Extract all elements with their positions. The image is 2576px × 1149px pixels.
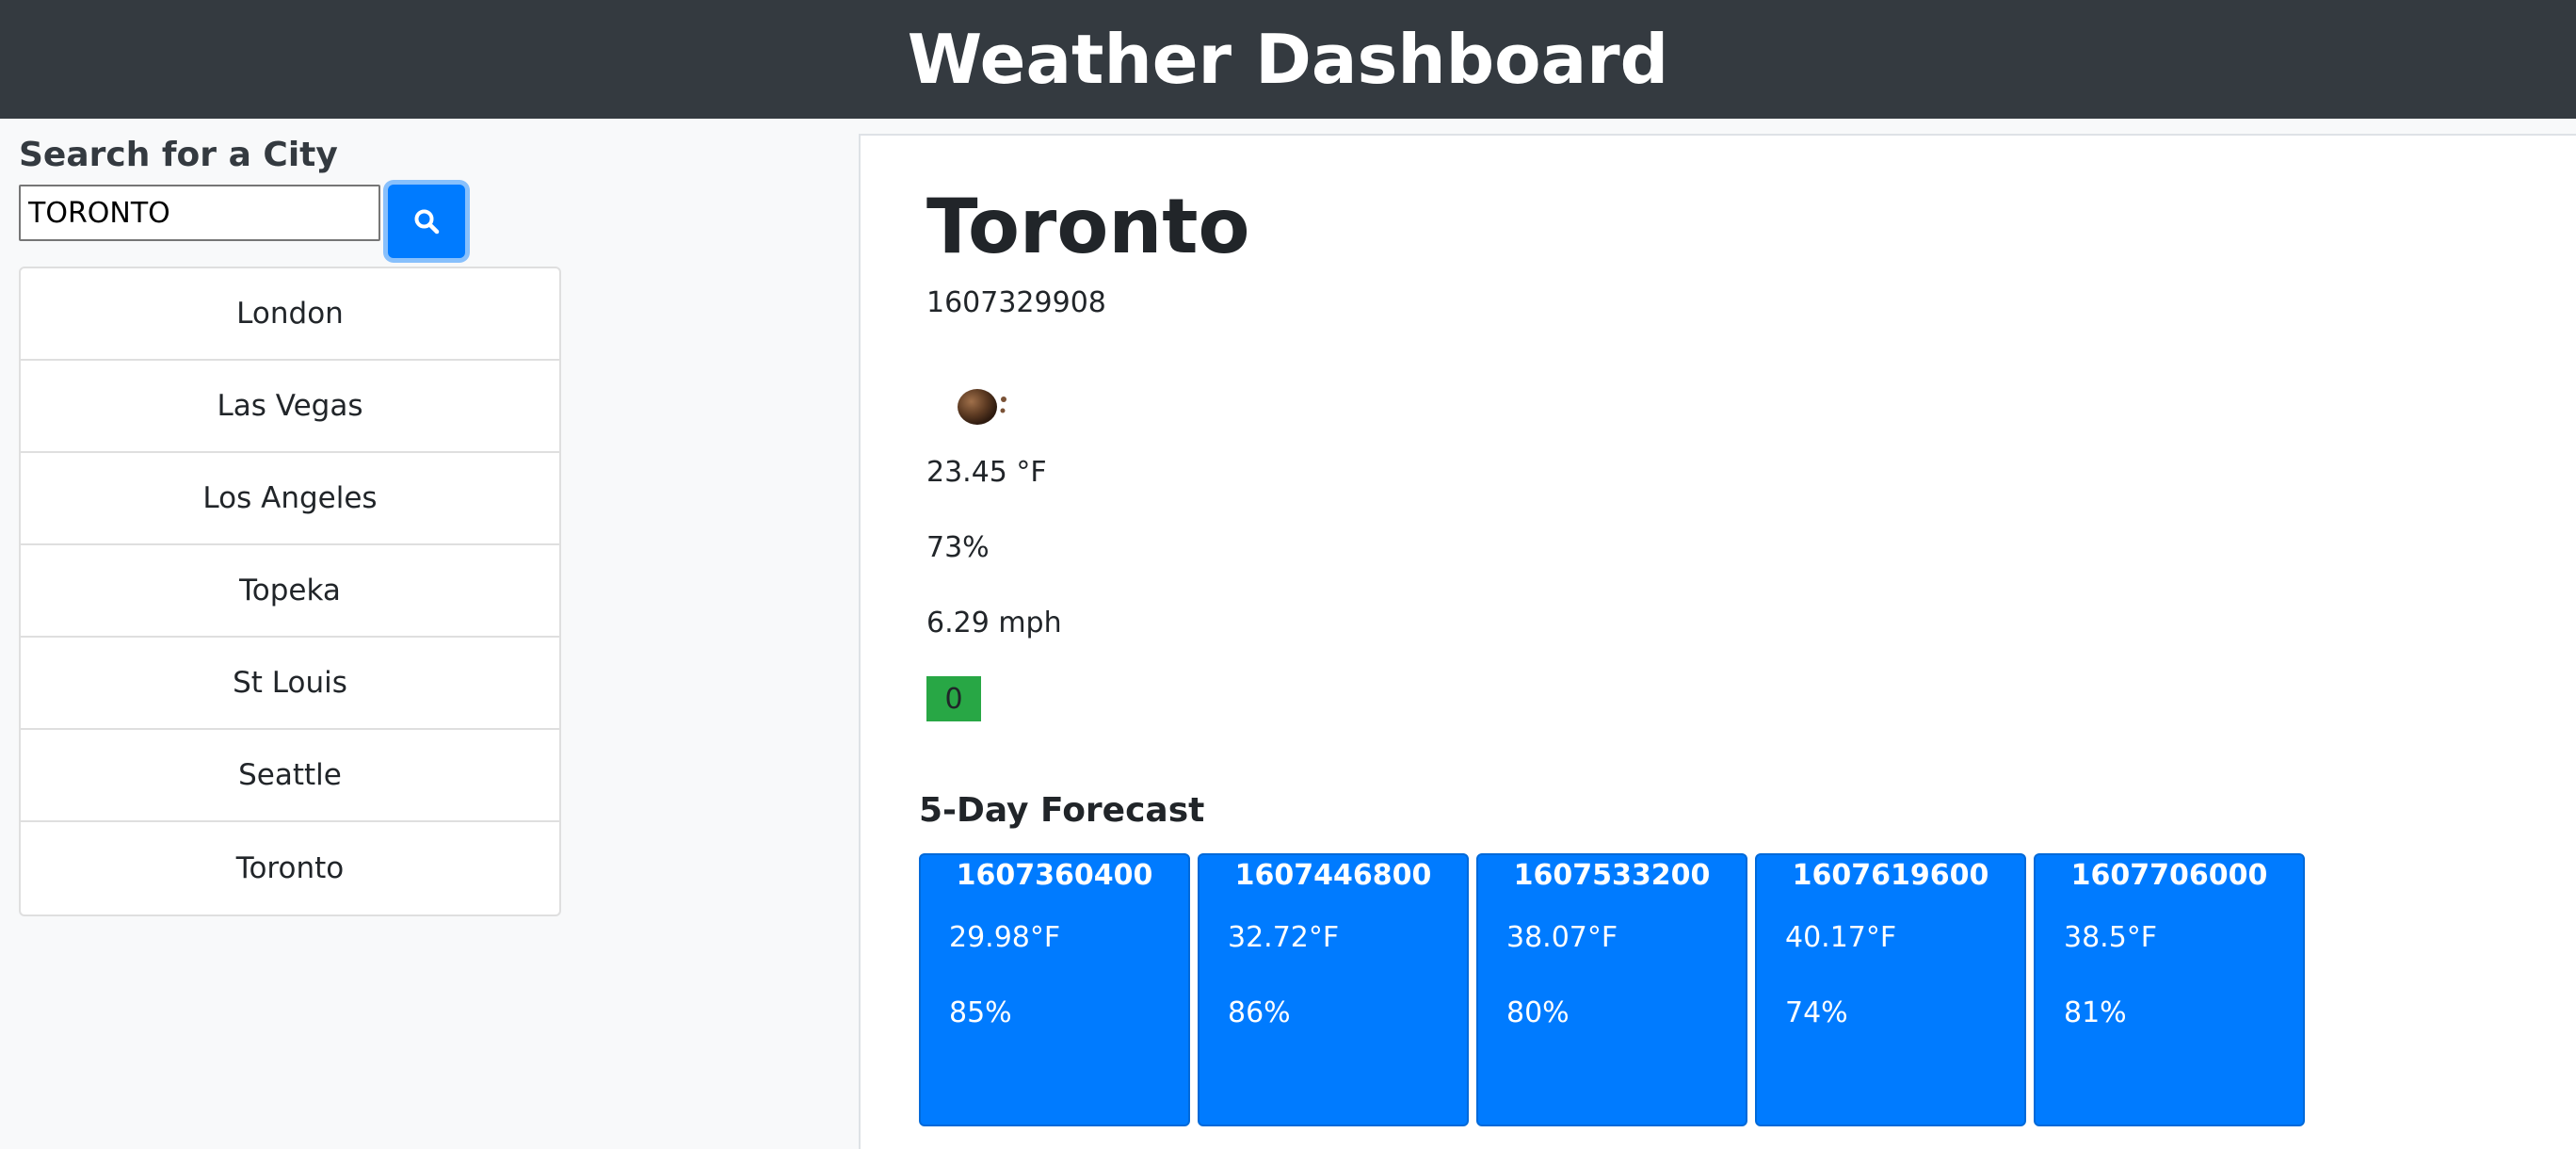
- forecast-humidity: 86%: [1228, 996, 1291, 1029]
- search-sidebar: Search for a City London Las Vegas Los A…: [19, 132, 561, 916]
- page-title: Weather Dashboard: [907, 20, 1669, 99]
- forecast-date: 1607619600: [1792, 859, 1989, 892]
- city-history-list: London Las Vegas Los Angeles Topeka St L…: [19, 267, 561, 916]
- uv-index-badge: 0: [926, 676, 981, 721]
- forecast-temperature: 29.98°F: [949, 921, 1061, 954]
- forecast-row: 1607360400 29.98°F 85% 1607446800 32.72°…: [919, 853, 2312, 1126]
- forecast-temperature: 40.17°F: [1785, 921, 1897, 954]
- smoke-haze-icon: [958, 389, 1006, 425]
- city-history-item[interactable]: London: [21, 268, 559, 361]
- forecast-temperature: 32.72°F: [1228, 921, 1340, 954]
- current-wind-speed: 6.29 mph: [926, 607, 1062, 639]
- city-history-item[interactable]: Toronto: [21, 822, 559, 914]
- forecast-date: 1607533200: [1513, 859, 1711, 892]
- city-search-input[interactable]: [19, 185, 380, 241]
- city-history-item[interactable]: Topeka: [21, 545, 559, 638]
- forecast-humidity: 74%: [1785, 996, 1848, 1029]
- forecast-date: 1607706000: [2070, 859, 2268, 892]
- forecast-humidity: 85%: [949, 996, 1012, 1029]
- forecast-card: 1607446800 32.72°F 86%: [1198, 853, 1469, 1126]
- forecast-card: 1607706000 38.5°F 81%: [2034, 853, 2305, 1126]
- current-city-name: Toronto: [926, 183, 1250, 270]
- forecast-humidity: 80%: [1506, 996, 1570, 1029]
- forecast-card: 1607360400 29.98°F 85%: [919, 853, 1190, 1126]
- forecast-card: 1607619600 40.17°F 74%: [1755, 853, 2026, 1126]
- city-history-item[interactable]: St Louis: [21, 638, 559, 730]
- city-history-item[interactable]: Seattle: [21, 730, 559, 822]
- city-history-item[interactable]: Los Angeles: [21, 453, 559, 545]
- search-button[interactable]: [388, 185, 465, 258]
- city-history-item[interactable]: Las Vegas: [21, 361, 559, 453]
- forecast-temperature: 38.07°F: [1506, 921, 1618, 954]
- search-icon: [414, 209, 440, 235]
- forecast-date: 1607360400: [956, 859, 1153, 892]
- current-date: 1607329908: [926, 286, 1106, 319]
- current-weather-panel: Toronto 1607329908 23.45 °F 73% 6.29 mph…: [859, 134, 2576, 1149]
- current-temperature: 23.45 °F: [926, 456, 1047, 489]
- forecast-date: 1607446800: [1234, 859, 1432, 892]
- forecast-card: 1607533200 38.07°F 80%: [1476, 853, 1747, 1126]
- page-header: Weather Dashboard: [0, 0, 2576, 119]
- forecast-humidity: 81%: [2064, 996, 2127, 1029]
- forecast-temperature: 38.5°F: [2064, 921, 2158, 954]
- current-humidity: 73%: [926, 531, 990, 564]
- search-heading: Search for a City: [19, 136, 338, 174]
- search-row: [19, 185, 561, 258]
- forecast-heading: 5-Day Forecast: [919, 791, 1205, 830]
